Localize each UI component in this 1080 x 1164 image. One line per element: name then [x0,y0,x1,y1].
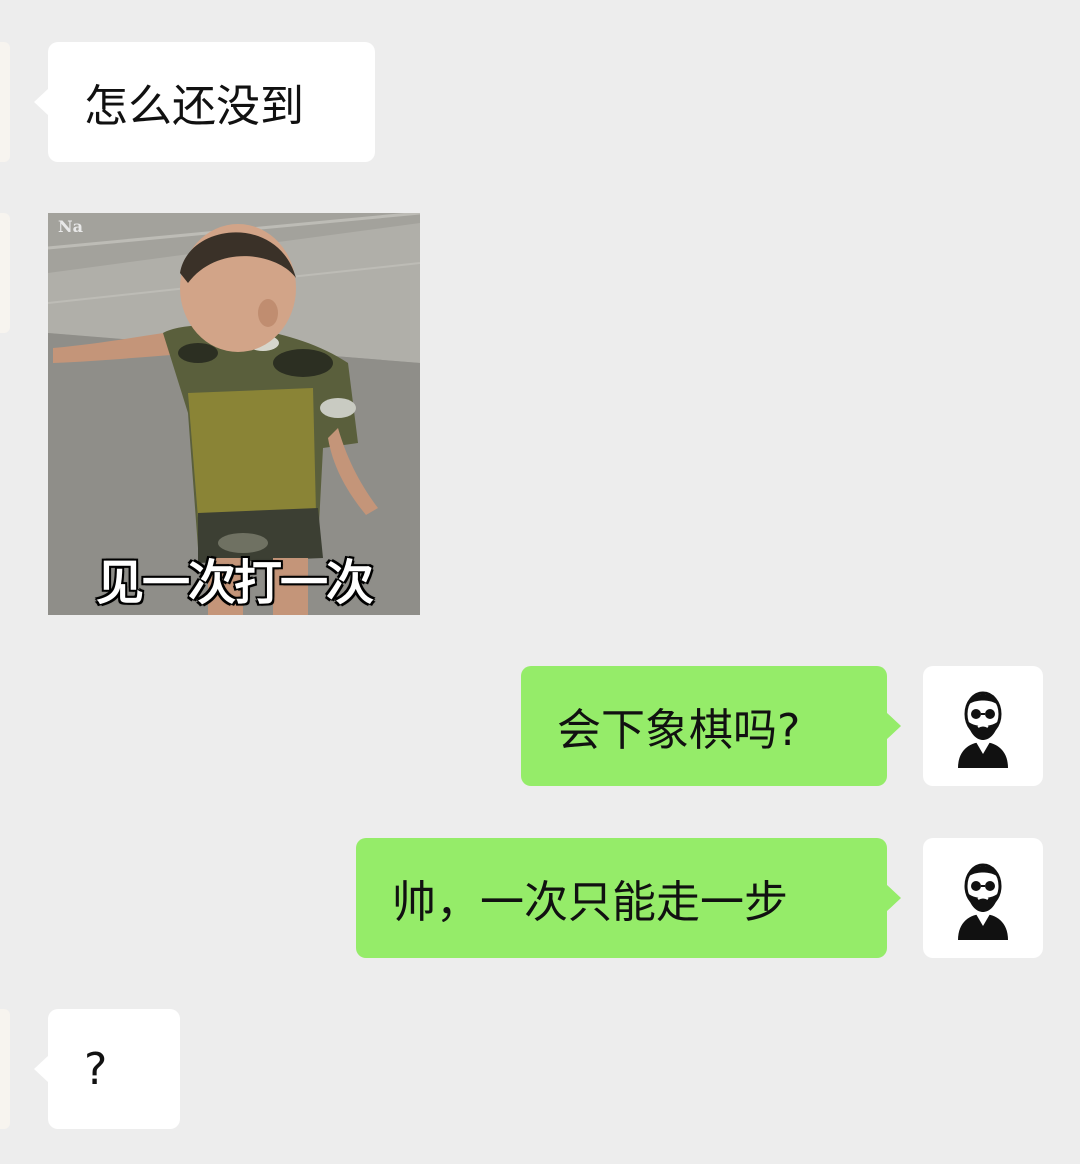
incoming-message-bubble[interactable]: ? [34,1009,180,1129]
message-text: 会下象棋吗? [557,705,801,756]
message-text: ? [84,1043,108,1095]
outgoing-message-bubble[interactable]: 帅，一次只能走一步 [356,838,901,958]
self-avatar[interactable] [923,666,1043,786]
sender-avatar-partial[interactable] [0,1009,10,1129]
self-avatar[interactable] [923,838,1043,958]
outgoing-message-bubble[interactable]: 会下象棋吗? [521,666,901,786]
sticker-image[interactable]: Na 见一次打一次 [48,213,420,615]
sender-avatar-partial[interactable] [0,213,10,333]
incoming-message-bubble[interactable]: 怎么还没到 [34,42,375,162]
bearded-man-sunglasses-avatar-icon [958,863,1008,940]
message-text: 帅，一次只能走一步 [392,877,788,928]
sender-avatar-partial[interactable] [0,42,10,162]
message-text: 怎么还没到 [84,81,304,132]
sticker-caption: 见一次打一次 [95,554,375,612]
sticker-watermark: Na [58,217,83,236]
chat-area: 怎么还没到 Na 见一次打一次 会下象棋吗? 帅，一次只能走一步 ? [0,0,1080,1164]
bearded-man-sunglasses-avatar-icon [958,691,1008,768]
